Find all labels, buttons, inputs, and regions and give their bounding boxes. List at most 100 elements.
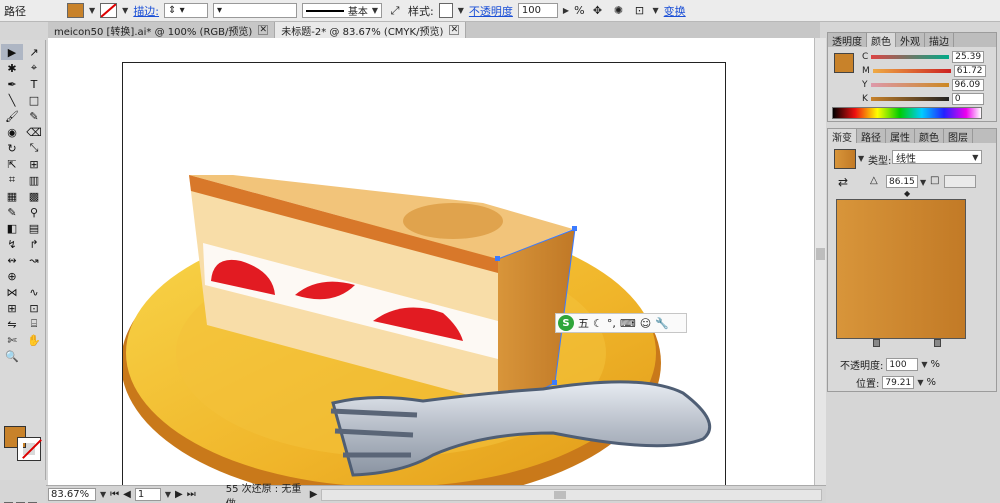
tab-document-1[interactable]: meicon50 [转换].ai* @ 100% (RGB/预览) ✕ — [48, 22, 276, 38]
cake-artwork[interactable] — [121, 63, 727, 485]
tool-icon[interactable]: ∿ — [23, 284, 45, 300]
aspect-field[interactable] — [944, 175, 976, 188]
tool-icon[interactable]: ▶ — [1, 44, 23, 60]
tool-icon[interactable]: ⤡ — [23, 140, 45, 156]
tool-icon[interactable]: ↗ — [23, 44, 45, 60]
tab-color[interactable]: 颜色 — [867, 33, 896, 48]
tool-icon[interactable]: ⊞ — [23, 156, 45, 172]
anchor-point[interactable] — [552, 380, 557, 385]
reverse-gradient-icon[interactable]: ⇄ — [838, 175, 848, 189]
tab-pathfinder[interactable]: 路径 — [857, 129, 886, 144]
expand-icon[interactable]: ⤢ — [387, 3, 403, 19]
tool-icon[interactable]: ⋈ — [1, 284, 23, 300]
close-icon[interactable]: ✕ — [449, 25, 460, 35]
variable-width-profile[interactable]: ▾ — [213, 3, 298, 18]
tool-icon[interactable]: ◉ — [1, 124, 23, 140]
ime-mode[interactable]: 五 — [578, 315, 589, 331]
tool-icon[interactable]: ↭ — [1, 252, 23, 268]
tab-attributes[interactable]: 属性 — [886, 129, 915, 144]
fill-color-swatch[interactable] — [67, 3, 84, 18]
last-page-icon[interactable]: ⏭ — [187, 489, 196, 500]
brush-definition[interactable]: 基本 ▼ — [302, 3, 383, 18]
gradient-stop-right[interactable] — [934, 339, 941, 347]
chevron-down-icon[interactable]: ▼ — [858, 154, 864, 163]
tab-color[interactable]: 颜色 — [915, 129, 944, 144]
tool-icon[interactable] — [23, 268, 45, 284]
diamond-midpoint-icon[interactable]: ◆ — [904, 189, 910, 198]
gradient-stop-left[interactable] — [873, 339, 880, 347]
chevron-down-icon[interactable]: ▼ — [653, 6, 659, 15]
anchor-point[interactable] — [495, 256, 500, 261]
artboard[interactable] — [121, 62, 727, 485]
recolor-artwork-icon[interactable]: ✥ — [590, 3, 606, 19]
stroke-box[interactable] — [17, 437, 41, 461]
chevron-right-icon[interactable]: ▶ — [563, 6, 569, 15]
cyan-value[interactable]: 25.39 — [952, 51, 985, 63]
vertical-scrollbar[interactable] — [814, 38, 826, 485]
tool-icon[interactable]: ↻ — [1, 140, 23, 156]
tool-icon[interactable]: ◧ — [1, 220, 23, 236]
tool-icon[interactable]: ▦ — [1, 188, 23, 204]
anchor-point[interactable] — [572, 226, 577, 231]
tool-icon[interactable]: ✎ — [23, 108, 45, 124]
tool-icon[interactable]: ⌫ — [23, 124, 45, 140]
chevron-down-icon[interactable]: ▼ — [122, 6, 128, 15]
tool-icon[interactable]: ⚲ — [23, 204, 45, 220]
punctuation-icon[interactable]: °, — [607, 317, 616, 330]
color-swatch[interactable] — [834, 53, 854, 73]
tool-icon[interactable]: ⊞ — [1, 300, 23, 316]
black-value[interactable]: 0 — [951, 93, 984, 105]
chevron-down-icon[interactable]: ▼ — [921, 360, 927, 369]
tool-icon[interactable] — [23, 348, 45, 364]
tab-document-2[interactable]: 未标题-2* @ 83.67% (CMYK/预览) ✕ — [275, 22, 467, 38]
graphic-style-icon[interactable]: ✺ — [611, 3, 627, 19]
tool-icon[interactable]: ⊕ — [1, 268, 23, 284]
moon-icon[interactable]: ☾ — [593, 317, 603, 330]
scroll-thumb[interactable] — [554, 490, 567, 499]
color-spectrum[interactable] — [832, 107, 982, 119]
tool-icon[interactable]: ⌸ — [23, 316, 45, 332]
magenta-value[interactable]: 61.72 — [953, 65, 986, 77]
tool-icon[interactable]: ⇱ — [1, 156, 23, 172]
tool-icon[interactable]: ✋ — [23, 332, 45, 348]
align-icon[interactable]: ⊡ — [632, 3, 648, 19]
tool-icon[interactable]: ✱ — [1, 60, 23, 76]
tool-icon[interactable]: 🔍 — [1, 348, 23, 364]
yellow-value[interactable]: 96.09 — [951, 79, 984, 91]
tool-icon[interactable]: ✎ — [1, 204, 23, 220]
black-slider[interactable] — [870, 97, 949, 101]
tool-icon[interactable]: ↯ — [1, 236, 23, 252]
chevron-down-icon[interactable]: ▼ — [100, 490, 106, 499]
angle-field[interactable]: 86.15 — [886, 175, 918, 188]
status-menu-icon[interactable]: ▶ — [310, 489, 318, 500]
prev-page-icon[interactable]: ◀ — [123, 489, 131, 500]
tool-icon[interactable]: ↝ — [23, 252, 45, 268]
zoom-field[interactable]: 83.67% — [48, 488, 96, 501]
chevron-down-icon[interactable]: ▼ — [89, 6, 95, 15]
sogou-logo-icon[interactable]: S — [558, 315, 574, 331]
user-icon[interactable]: ☺ — [640, 317, 651, 330]
tool-icon[interactable]: ▩ — [23, 188, 45, 204]
tool-icon[interactable]: ✄ — [1, 332, 23, 348]
tool-icon[interactable]: ▤ — [23, 220, 45, 236]
tab-layers[interactable]: 图层 — [944, 129, 973, 144]
wrench-icon[interactable]: 🔧 — [655, 317, 669, 330]
keyboard-icon[interactable]: ⌨ — [620, 317, 636, 330]
opacity-link[interactable]: 不透明度 — [469, 3, 513, 19]
chevron-down-icon[interactable]: ▼ — [165, 490, 171, 499]
tab-gradient[interactable]: 渐变 — [828, 129, 857, 144]
transform-link[interactable]: 变换 — [664, 3, 686, 19]
fill-stroke-widget[interactable] — [4, 426, 42, 461]
horizontal-scrollbar[interactable] — [321, 488, 822, 501]
tool-icon[interactable]: ▥ — [23, 172, 45, 188]
first-page-icon[interactable]: ⏮ — [110, 489, 119, 500]
tool-icon[interactable]: ⇋ — [1, 316, 23, 332]
cyan-slider[interactable] — [871, 55, 950, 59]
chevron-down-icon[interactable]: ▼ — [458, 6, 464, 15]
tool-icon[interactable]: ⌖ — [23, 60, 45, 76]
magenta-slider[interactable] — [872, 69, 951, 73]
stroke-link[interactable]: 描边: — [133, 3, 159, 19]
gradient-preview[interactable] — [836, 199, 966, 339]
tab-appearance[interactable]: 外观 — [896, 33, 925, 48]
tool-icon[interactable]: T — [23, 76, 45, 92]
